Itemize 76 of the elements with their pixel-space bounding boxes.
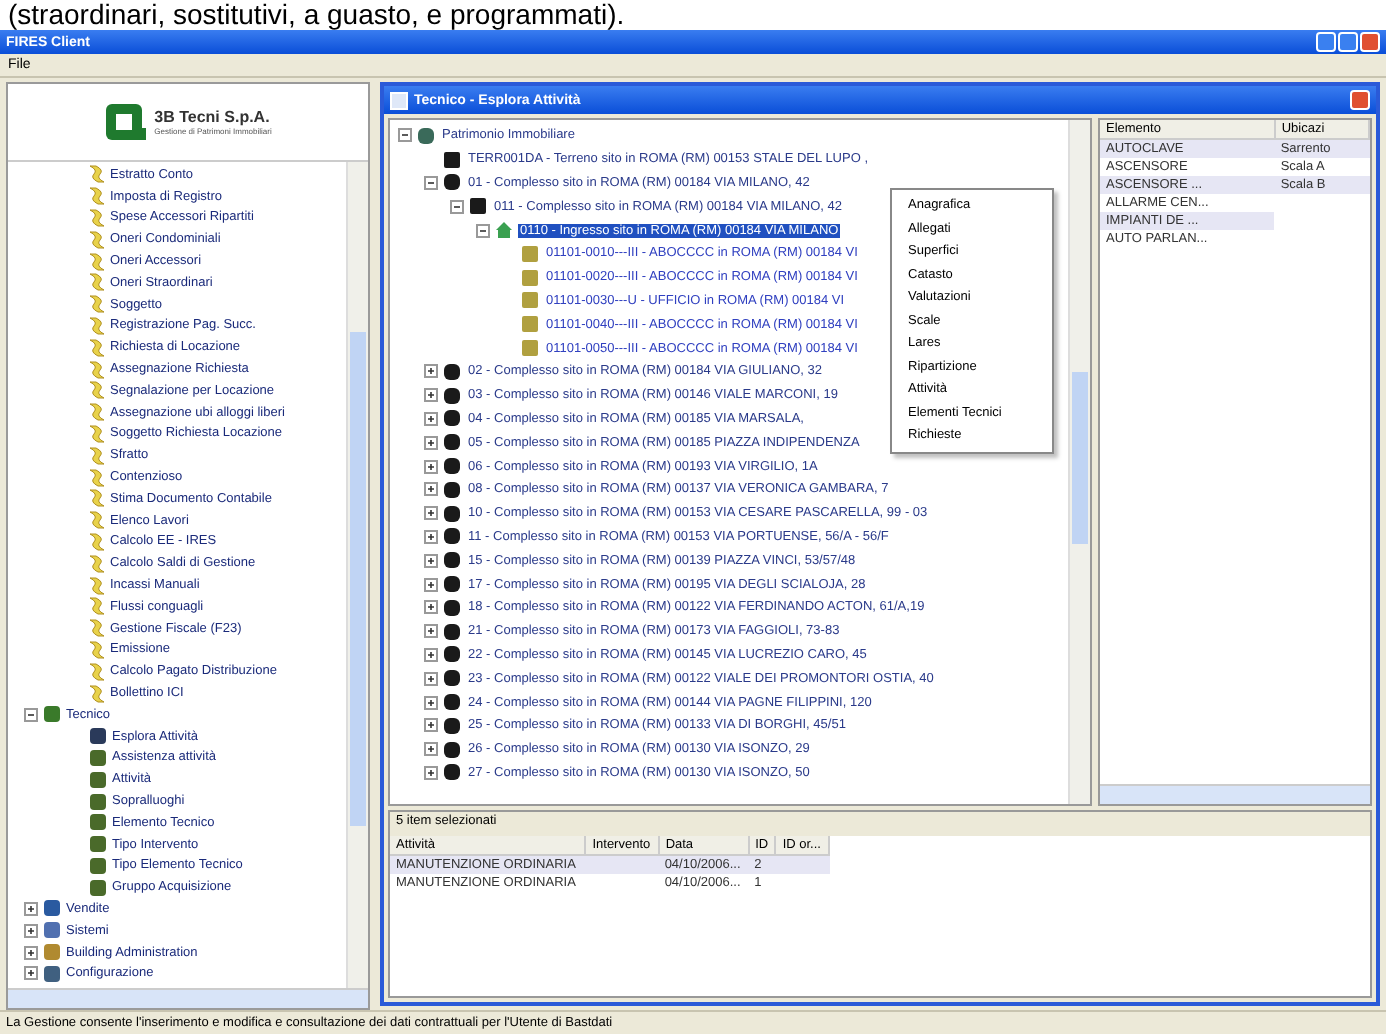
window-icon — [390, 91, 408, 109]
collapse-icon[interactable] — [398, 128, 412, 143]
expand-icon[interactable] — [424, 765, 438, 780]
report-icon — [88, 467, 106, 488]
unit-icon — [520, 338, 540, 359]
report-icon — [88, 402, 106, 423]
expand-icon[interactable] — [424, 671, 438, 686]
report-icon — [88, 186, 106, 207]
report-icon — [88, 294, 106, 315]
house-icon — [494, 220, 514, 241]
report-icon — [88, 359, 106, 380]
report-icon — [88, 639, 106, 660]
report-icon — [88, 380, 106, 401]
unit-icon — [520, 290, 540, 311]
expand-icon[interactable] — [424, 742, 438, 757]
minimize-button[interactable] — [1316, 32, 1336, 52]
expand-icon[interactable] — [424, 624, 438, 639]
scrollbar[interactable] — [1068, 120, 1090, 804]
unit-icon — [520, 314, 540, 335]
expand-icon[interactable] — [424, 411, 438, 426]
module-icon — [42, 942, 62, 963]
scrollbar[interactable] — [1100, 784, 1370, 804]
report-icon — [88, 337, 106, 358]
expand-icon[interactable] — [424, 600, 438, 615]
report-icon — [88, 661, 106, 682]
expand-icon[interactable] — [24, 901, 38, 916]
expand-icon[interactable] — [24, 945, 38, 960]
report-icon — [88, 531, 106, 552]
logo-icon — [104, 102, 149, 142]
unit-icon — [520, 267, 540, 288]
collapse-icon[interactable] — [450, 199, 464, 214]
module-icon — [42, 963, 62, 984]
module-icon — [42, 920, 62, 941]
expand-icon[interactable] — [424, 364, 438, 379]
scrollbar[interactable] — [346, 162, 368, 988]
expand-icon[interactable] — [424, 647, 438, 662]
expand-icon[interactable] — [424, 718, 438, 733]
report-icon — [88, 445, 106, 466]
expand-icon[interactable] — [424, 506, 438, 521]
report-icon — [88, 229, 106, 250]
report-icon — [88, 575, 106, 596]
report-icon — [88, 596, 106, 617]
expand-icon[interactable] — [24, 923, 38, 938]
report-icon — [88, 315, 106, 336]
collapse-icon[interactable] — [24, 707, 38, 722]
expand-icon[interactable] — [424, 482, 438, 497]
report-icon — [88, 164, 106, 185]
caption-text: (straordinari, sostitutivi, a guasto, e programmati). — [6, 0, 627, 30]
expand-icon[interactable] — [424, 529, 438, 544]
expand-icon[interactable] — [424, 459, 438, 474]
module-icon — [42, 898, 62, 919]
expand-icon[interactable] — [24, 966, 38, 981]
close-button[interactable] — [1360, 32, 1380, 52]
company-name: 3B Tecni S.p.A. — [154, 108, 272, 126]
report-icon — [88, 683, 106, 704]
report-icon — [88, 423, 106, 444]
module-icon — [88, 726, 108, 747]
expand-icon[interactable] — [424, 553, 438, 568]
collapse-icon[interactable] — [424, 175, 438, 190]
report-icon — [88, 618, 106, 639]
expand-icon[interactable] — [424, 388, 438, 403]
expand-icon[interactable] — [424, 577, 438, 592]
collapse-icon[interactable] — [476, 223, 490, 238]
report-icon — [88, 553, 106, 574]
expand-icon[interactable] — [424, 695, 438, 710]
report-icon — [88, 251, 106, 272]
module-icon — [42, 704, 62, 725]
close-button[interactable] — [1350, 90, 1370, 110]
maximize-button[interactable] — [1338, 32, 1358, 52]
report-icon — [88, 272, 106, 293]
unit-icon — [520, 243, 540, 264]
report-icon — [88, 488, 106, 509]
report-icon — [88, 207, 106, 228]
scrollbar[interactable] — [8, 988, 368, 1008]
expand-icon[interactable] — [424, 435, 438, 450]
report-icon — [88, 510, 106, 531]
